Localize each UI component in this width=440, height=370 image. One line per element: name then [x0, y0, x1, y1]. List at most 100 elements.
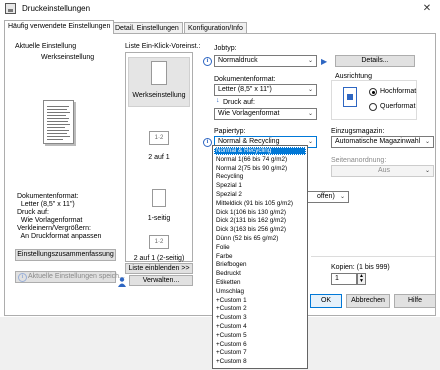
- papiertyp-label: Papiertyp:: [214, 128, 246, 135]
- help-button[interactable]: Hilfe: [394, 294, 436, 308]
- info-icon: i: [203, 57, 212, 66]
- jobtyp-label: Jobtyp:: [214, 45, 237, 52]
- arrow-down-icon: ↓: [216, 97, 220, 104]
- einzugsmagazin-value: Automatische Magazinwahl: [335, 138, 421, 145]
- papiertyp-option[interactable]: Folie: [214, 244, 306, 252]
- preset-label: Werkseinstellung: [132, 92, 186, 99]
- docformat-label: Dokumentenformat:: [214, 76, 276, 83]
- portrait-radio[interactable]: [369, 88, 377, 96]
- papiertyp-option[interactable]: Normal & Recycling: [214, 147, 306, 155]
- info-icon: i: [203, 138, 212, 147]
- papiertyp-option[interactable]: Etiketten: [214, 279, 306, 287]
- two-up-page-icon: 1·2: [149, 235, 169, 249]
- summary-line: Wie Vorlagenformat: [17, 217, 83, 224]
- seitenanordnung-select[interactable]: Aus ⌄: [331, 165, 434, 177]
- page-thumbnail-icon: [151, 61, 167, 85]
- kopien-value: 1: [335, 275, 339, 282]
- papiertyp-option[interactable]: Spezial 2: [214, 191, 306, 199]
- docformat-value: Letter (8,5" x 11"): [218, 86, 272, 93]
- papiertyp-option[interactable]: +Custom 6: [214, 341, 306, 349]
- papiertyp-value: Normal & Recycling: [218, 138, 280, 145]
- tab-strip: Häufig verwendete Einstellungen Detail. …: [4, 20, 436, 34]
- save-current-settings-button[interactable]: i Aktuelle Einstellungen speich...: [15, 271, 125, 283]
- kopien-label: Kopien: (1 bis 999): [331, 264, 390, 271]
- close-icon[interactable]: ✕: [418, 2, 436, 15]
- details-button[interactable]: Details...: [335, 55, 415, 67]
- summary-line: Letter (8,5" x 11"): [17, 201, 75, 208]
- papiertyp-option[interactable]: +Custom 2: [214, 305, 306, 313]
- chevron-down-icon: ⌄: [307, 111, 313, 117]
- chevron-down-icon: ⌄: [424, 139, 430, 145]
- seitenanordnung-label: Seitenanordnung:: [331, 157, 387, 164]
- partially-hidden-value: offen): [317, 193, 335, 200]
- landscape-radio[interactable]: [369, 103, 377, 111]
- einzugsmagazin-select[interactable]: Automatische Magazinwahl ⌄: [331, 136, 434, 148]
- papiertyp-option[interactable]: Spezial 1: [214, 182, 306, 190]
- papiertyp-option[interactable]: +Custom 7: [214, 349, 306, 357]
- summary-line: Verkleinern/Vergrößern:: [17, 225, 91, 232]
- papiertyp-option[interactable]: Dick 3(163 bis 256 g/m2): [214, 226, 306, 234]
- chevron-down-icon: ⌄: [424, 168, 430, 174]
- tab-common-settings[interactable]: Häufig verwendete Einstellungen: [4, 20, 115, 34]
- window-title: Druckeinstellungen: [22, 4, 91, 13]
- chevron-down-icon: ⌄: [307, 87, 313, 93]
- docformat-select[interactable]: Letter (8,5" x 11") ⌄: [214, 84, 317, 96]
- papiertyp-option[interactable]: Briefbogen: [214, 261, 306, 269]
- separator: [311, 256, 435, 257]
- current-setting-name: Werkseinstellung: [41, 54, 95, 61]
- papiertyp-option[interactable]: Normal 2(75 bis 90 g/m2): [214, 165, 306, 173]
- presets-heading: Liste Ein-Klick-Voreinst.:: [125, 43, 201, 50]
- einzugsmagazin-label: Einzugsmagazin:: [331, 128, 385, 135]
- manage-presets-button[interactable]: Verwalten...: [129, 275, 193, 286]
- druck-auf-label: Druck auf:: [223, 99, 255, 106]
- page-thumbnail-icon: [152, 189, 166, 207]
- papiertyp-option[interactable]: Umschlag: [214, 288, 306, 296]
- papiertyp-option[interactable]: Bedruckt: [214, 270, 306, 278]
- show-list-button[interactable]: Liste einblenden >>: [125, 263, 193, 274]
- papiertyp-option[interactable]: Normal 1(66 bis 74 g/m2): [214, 156, 306, 164]
- chevron-down-icon: ⌄: [307, 58, 313, 64]
- preset-label: 2 auf 1: [148, 154, 170, 161]
- user-icon: [118, 277, 126, 287]
- preset-item-1-sided[interactable]: 1-seitig: [128, 189, 190, 222]
- papiertyp-option[interactable]: +Custom 8: [214, 358, 306, 366]
- seitenanordnung-value: Aus: [377, 167, 391, 174]
- papiertyp-option[interactable]: +Custom 1: [214, 297, 306, 305]
- kopien-input[interactable]: 1: [331, 273, 357, 285]
- druck-auf-value: Wie Vorlagenformat: [218, 110, 280, 117]
- druck-auf-select[interactable]: Wie Vorlagenformat ⌄: [214, 108, 317, 120]
- partially-hidden-select[interactable]: offen) ⌄: [305, 191, 349, 203]
- preset-item-factory-default[interactable]: Werkseinstellung: [128, 61, 190, 99]
- document-preview: [43, 100, 74, 144]
- jobtyp-value: Normaldruck: [218, 57, 258, 64]
- papiertyp-option[interactable]: +Custom 5: [214, 332, 306, 340]
- papiertyp-option[interactable]: +Custom 4: [214, 323, 306, 331]
- papiertyp-option[interactable]: Dick 2(131 bis 162 g/m2): [214, 217, 306, 225]
- settings-summary-button[interactable]: Einstellungszusammenfassung: [15, 249, 116, 261]
- landscape-label: Querformat: [380, 103, 416, 110]
- two-up-page-icon: 1·2: [149, 131, 169, 145]
- preset-list: Werkseinstellung 1·2 2 auf 1 1-seitig 1·…: [125, 52, 193, 262]
- papiertyp-option[interactable]: Dünn (52 bis 65 g/m2): [214, 235, 306, 243]
- preset-item-2-up[interactable]: 1·2 2 auf 1: [128, 131, 190, 161]
- jobtyp-select[interactable]: Normaldruck ⌄: [214, 55, 317, 67]
- preset-item-2-up-duplex[interactable]: 1·2 2 auf 1 (2-seitig): [128, 235, 190, 262]
- printer-icon: [5, 3, 16, 14]
- current-setting-heading: Aktuelle Einstellung: [15, 43, 77, 50]
- papiertyp-dropdown-list: Normal & Recycling Normal 1(66 bis 74 g/m…: [212, 145, 308, 369]
- save-current-settings-label: Aktuelle Einstellungen speich...: [28, 273, 125, 280]
- portrait-page-icon: [343, 87, 357, 107]
- papiertyp-option[interactable]: Farbe: [214, 253, 306, 261]
- papiertyp-option[interactable]: +Custom 3: [214, 314, 306, 322]
- title-bar: Druckeinstellungen ✕: [0, 0, 440, 18]
- papiertyp-option[interactable]: Dick 1(106 bis 130 g/m2): [214, 209, 306, 217]
- kopien-stepper[interactable]: ▲ ▼: [357, 273, 366, 285]
- cancel-button[interactable]: Abbrechen: [346, 294, 390, 308]
- summary-line: Druck auf:: [17, 209, 49, 216]
- papiertyp-option[interactable]: Recycling: [214, 173, 306, 181]
- ausrichtung-label: Ausrichtung: [335, 73, 372, 80]
- arrow-right-icon: ▶: [321, 57, 328, 66]
- ok-button[interactable]: OK: [310, 294, 342, 308]
- papiertyp-option[interactable]: Mitteldick (91 bis 105 g/m2): [214, 200, 306, 208]
- preset-label: 1-seitig: [147, 215, 171, 222]
